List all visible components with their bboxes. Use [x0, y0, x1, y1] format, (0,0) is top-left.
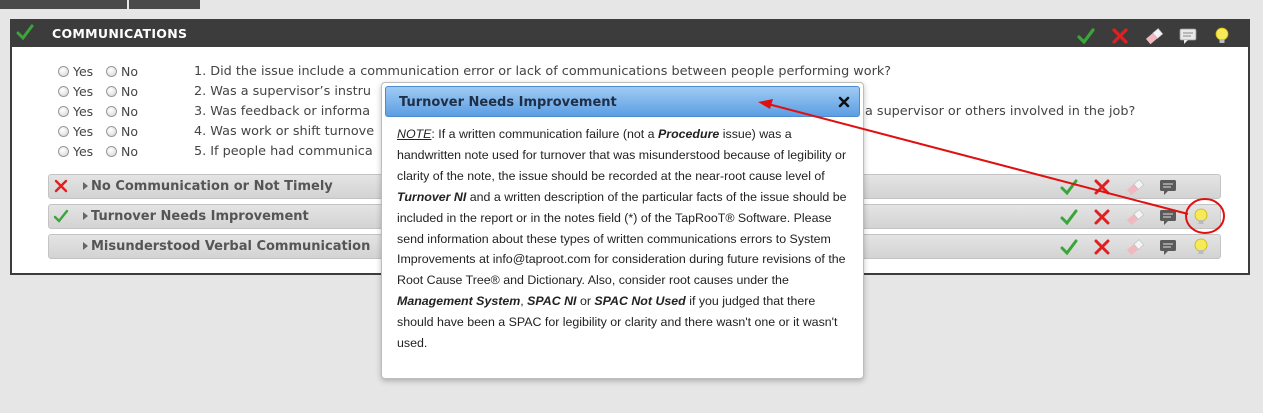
dialog-body: NOTE: If a written communication failure… [397, 124, 852, 354]
radio-circle[interactable] [106, 106, 117, 117]
x-icon[interactable] [1110, 26, 1130, 46]
dialog-titlebar[interactable]: Turnover Needs Improvement [385, 86, 860, 117]
dialog-text-segment: : If a written communication failure (no… [431, 127, 658, 141]
lightbulb-icon[interactable] [1212, 26, 1232, 46]
eraser-icon[interactable] [1125, 177, 1145, 197]
comment-icon[interactable] [1158, 177, 1178, 197]
dialog-text-segment: and a written description of the particu… [397, 189, 847, 288]
top-tab-1[interactable] [0, 0, 127, 9]
dialog-text-segment: or [576, 294, 595, 309]
dialog-text-segment: Turnover NI [397, 189, 467, 204]
radio-yes-label: Yes [73, 64, 94, 79]
cause-label[interactable]: No Communication or Not Timely [91, 179, 333, 194]
dialog-text-segment: SPAC Not Used [594, 294, 686, 309]
eraser-icon[interactable] [1144, 26, 1164, 46]
comment-icon[interactable] [1178, 26, 1198, 46]
x-icon[interactable] [1092, 177, 1112, 197]
expand-caret-icon[interactable] [83, 212, 88, 220]
radio-no-label: No [121, 84, 138, 99]
cause-label[interactable]: Misunderstood Verbal Communication [91, 239, 370, 254]
radio-yes-label: Yes [73, 104, 94, 119]
radio-circle[interactable] [106, 66, 117, 77]
dialog-text-segment: Procedure [658, 127, 720, 141]
radio-yes-label: Yes [73, 144, 94, 159]
section-title: COMMUNICATIONS [52, 26, 188, 41]
dialog-text-segment: Management System [397, 294, 521, 309]
x-icon[interactable] [53, 178, 69, 194]
radio-circle[interactable] [58, 106, 69, 117]
radio-no-label: No [121, 124, 138, 139]
question-text: 5. If people had communica [194, 144, 373, 159]
dialog-title: Turnover Needs Improvement [399, 95, 617, 110]
radio-circle[interactable] [58, 66, 69, 77]
section-check-icon [16, 23, 34, 43]
radio-circle[interactable] [58, 146, 69, 157]
radio-circle[interactable] [58, 126, 69, 137]
radio-yes-label: Yes [73, 124, 94, 139]
radio-no-label: No [121, 64, 138, 79]
close-icon[interactable] [837, 94, 851, 108]
lightbulb-icon[interactable] [1191, 237, 1211, 257]
question-text: 3. Was feedback or informa [194, 104, 371, 119]
lightbulb-icon[interactable] [1191, 207, 1211, 227]
check-icon[interactable] [1076, 26, 1096, 46]
check-icon[interactable] [1059, 177, 1079, 197]
question-text-tail: a supervisor or others involved in the j… [865, 104, 1136, 119]
x-icon[interactable] [1092, 207, 1112, 227]
eraser-icon[interactable] [1125, 237, 1145, 257]
help-dialog: Turnover Needs Improvement NOTE: If a wr… [381, 82, 864, 379]
radio-circle[interactable] [106, 126, 117, 137]
comment-icon[interactable] [1158, 237, 1178, 257]
comment-icon[interactable] [1158, 207, 1178, 227]
radio-no-label: No [121, 104, 138, 119]
x-icon[interactable] [1092, 237, 1112, 257]
radio-circle[interactable] [106, 146, 117, 157]
eraser-icon[interactable] [1125, 207, 1145, 227]
radio-circle[interactable] [58, 86, 69, 97]
question-text: 4. Was work or shift turnove [194, 124, 375, 139]
check-icon[interactable] [1059, 207, 1079, 227]
top-tab-2[interactable] [129, 0, 200, 9]
question-text: 1. Did the issue include a communication… [194, 64, 892, 79]
cause-label[interactable]: Turnover Needs Improvement [91, 209, 309, 224]
question-text: 2. Was a supervisor’s instru [194, 84, 372, 99]
radio-circle[interactable] [106, 86, 117, 97]
check-icon[interactable] [53, 208, 69, 224]
check-icon[interactable] [1059, 237, 1079, 257]
panel-header: COMMUNICATIONS [12, 21, 1248, 47]
dialog-text-segment: NOTE [397, 127, 432, 141]
dialog-text-segment: SPAC NI [527, 294, 577, 309]
radio-no-label: No [121, 144, 138, 159]
expand-caret-icon[interactable] [83, 182, 88, 190]
radio-yes-label: Yes [73, 84, 94, 99]
expand-caret-icon[interactable] [83, 242, 88, 250]
